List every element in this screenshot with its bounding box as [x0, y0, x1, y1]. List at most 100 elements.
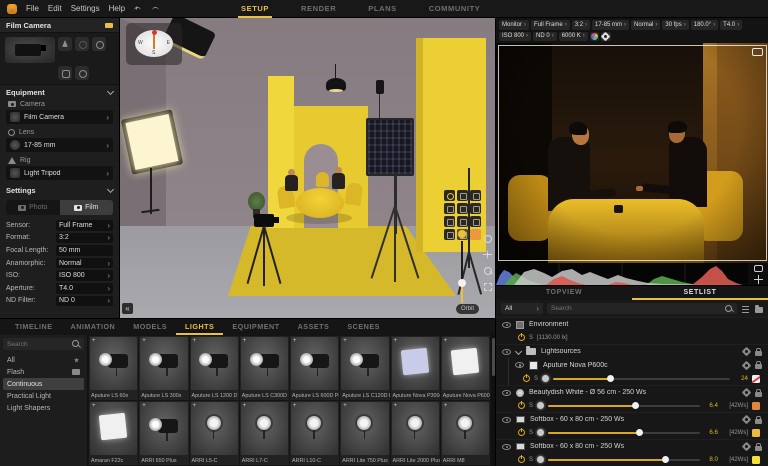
gear-icon[interactable]: [743, 443, 750, 450]
grid-button[interactable]: [457, 203, 468, 214]
focal-length-input[interactable]: 50 mm: [56, 245, 113, 256]
tripod-tool-icon[interactable]: [58, 37, 72, 51]
character-seated-right[interactable]: [332, 167, 346, 191]
light-card[interactable]: +Aputure LS C300D II: [240, 336, 289, 400]
light-card[interactable]: +Aputure LS 1200 D: [190, 336, 239, 400]
aperture-select[interactable]: T4.0: [56, 283, 113, 294]
expand-chevron-icon[interactable]: [515, 348, 522, 355]
round-table[interactable]: [296, 188, 344, 218]
monitor-toggle-icon[interactable]: [754, 265, 763, 272]
category-continuous[interactable]: Continuous: [3, 378, 84, 390]
add-icon[interactable]: +: [92, 338, 96, 344]
tab-setlist[interactable]: SETLIST: [632, 286, 768, 300]
color-swatch[interactable]: [752, 375, 760, 383]
tab-models[interactable]: MODELS: [124, 319, 176, 335]
solo-button[interactable]: [444, 203, 455, 214]
light-color-swatch[interactable]: [470, 229, 481, 240]
tree-row-lightsources[interactable]: Lightsources: [496, 344, 768, 358]
lens-select[interactable]: 17-85 mm: [6, 138, 113, 152]
solo-icon[interactable]: S: [529, 335, 533, 341]
add-icon[interactable]: +: [142, 338, 146, 344]
gear-icon[interactable]: [743, 362, 750, 369]
frame-toggle-icon[interactable]: [752, 48, 763, 56]
light-card[interactable]: +ARRI L5-C: [190, 401, 239, 465]
nd-filter-select[interactable]: ND 0: [56, 296, 113, 307]
lamp-button[interactable]: [457, 216, 468, 227]
add-icon[interactable]: +: [343, 338, 347, 344]
intensity-slider[interactable]: [548, 429, 700, 437]
viewport-3d[interactable]: W E S « 5.6: [120, 18, 495, 318]
tab-community[interactable]: COMMUNITY: [426, 0, 484, 18]
lock-icon[interactable]: [755, 446, 762, 451]
led-panel-tripod[interactable]: [364, 176, 428, 284]
add-icon[interactable]: +: [394, 403, 398, 409]
lock-icon[interactable]: [755, 364, 762, 369]
gear-icon[interactable]: [743, 389, 750, 396]
lens-chip[interactable]: 17-85 mm: [592, 20, 629, 30]
disabled-tool-icon[interactable]: [75, 37, 89, 51]
tab-setup[interactable]: SETUP: [238, 0, 272, 18]
film-camera-rig[interactable]: [246, 214, 286, 292]
tab-scenes[interactable]: SCENES: [338, 319, 389, 335]
move-monitor-icon[interactable]: [754, 275, 763, 284]
softbox-light[interactable]: [121, 109, 184, 175]
light-card[interactable]: +ARRI L10-C: [290, 401, 339, 465]
menu-file[interactable]: File: [26, 4, 39, 13]
tree-row-softbox-2[interactable]: Softbox - 60 x 80 cm - 250 Ws: [496, 439, 768, 453]
new-group-icon[interactable]: [754, 304, 763, 313]
light-card[interactable]: +Aputure LS 60x: [89, 336, 138, 400]
gimbal-tool-icon[interactable]: [75, 66, 89, 80]
add-icon[interactable]: +: [293, 338, 297, 344]
shutter-chip[interactable]: 180.0°: [691, 20, 718, 30]
category-practical-light[interactable]: Practical Light: [3, 390, 84, 402]
tab-equipment[interactable]: EQUIPMENT: [223, 319, 288, 335]
tab-topview[interactable]: TOPVIEW: [496, 286, 632, 300]
tab-plans[interactable]: PLANS: [365, 0, 399, 18]
intensity-slider[interactable]: [548, 402, 700, 410]
add-icon[interactable]: +: [394, 338, 398, 344]
library-scrollbar[interactable]: [491, 335, 495, 466]
settings-button[interactable]: [470, 216, 481, 227]
rig-select[interactable]: Light Tripod: [6, 166, 113, 180]
light-card[interactable]: +ARRI Lite 2000 Plus: [391, 401, 440, 465]
solo-icon[interactable]: S: [534, 376, 538, 382]
sensor-select[interactable]: Full Frame: [56, 220, 113, 231]
settings-section-header[interactable]: Settings: [0, 183, 119, 197]
light-card[interactable]: +Aputure Nova P300c: [391, 336, 440, 400]
equipment-section-header[interactable]: Equipment: [0, 85, 119, 99]
add-icon[interactable]: +: [193, 338, 197, 344]
lock-icon[interactable]: [755, 419, 762, 424]
menu-help[interactable]: Help: [109, 4, 125, 13]
gear-icon[interactable]: [743, 348, 750, 355]
monitor-on-stand[interactable]: [376, 80, 384, 94]
zoom-icon[interactable]: [483, 266, 492, 275]
light-card[interactable]: +Aputure LS 600D Pro: [290, 336, 339, 400]
monitor-settings-button[interactable]: [601, 32, 611, 42]
softbox-stand[interactable]: [150, 168, 152, 214]
add-icon[interactable]: +: [293, 403, 297, 409]
menu-settings[interactable]: Settings: [71, 4, 100, 13]
light-card[interactable]: +ARRI M8: [441, 401, 490, 465]
power-icon[interactable]: [518, 402, 525, 409]
setlist-search-input[interactable]: [551, 305, 722, 312]
format-select[interactable]: 3:2: [56, 233, 113, 244]
sort-icon[interactable]: [741, 304, 750, 313]
solo-icon[interactable]: S: [529, 430, 533, 436]
visibility-eye-icon[interactable]: [515, 362, 524, 368]
aperture-chip[interactable]: T4.0: [720, 20, 742, 30]
power-icon[interactable]: [518, 456, 525, 463]
light-card[interactable]: +Aputure LS C120D Pro: [340, 336, 389, 400]
light-card[interactable]: +Aputure Nova P600c: [441, 336, 490, 400]
add-icon[interactable]: +: [193, 403, 197, 409]
visibility-button[interactable]: [470, 203, 481, 214]
kelvin-chip[interactable]: 6000 K: [559, 32, 588, 42]
mode-film-button[interactable]: Film: [60, 200, 114, 215]
library-search-input[interactable]: [7, 341, 69, 348]
target-button[interactable]: [444, 216, 455, 227]
light-card[interactable]: +Aputure LS 300x: [139, 336, 188, 400]
monitor-chip[interactable]: Monitor: [499, 20, 529, 30]
gear-icon[interactable]: [743, 416, 750, 423]
light-power-button[interactable]: [444, 190, 455, 201]
light-card[interactable]: +ARRI L7-C: [240, 401, 289, 465]
tab-animation[interactable]: ANIMATION: [62, 319, 125, 335]
